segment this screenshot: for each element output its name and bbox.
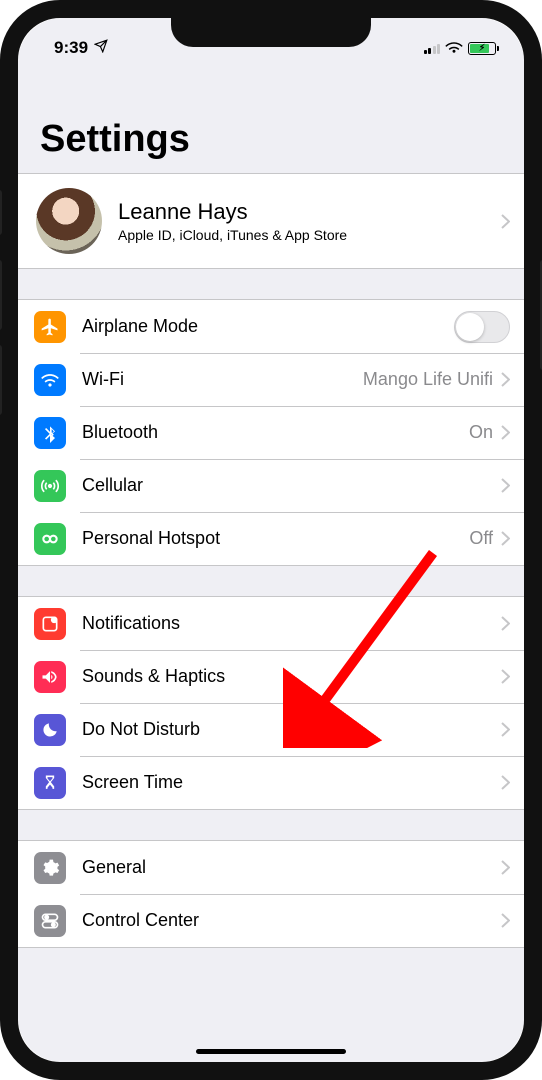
- general-label: General: [82, 857, 501, 878]
- chevron-right-icon: [501, 722, 510, 737]
- wifi-icon: [34, 364, 66, 396]
- profile-group: Leanne Hays Apple ID, iCloud, iTunes & A…: [18, 173, 524, 269]
- hotspot-icon: [34, 523, 66, 555]
- bluetooth-icon: [34, 417, 66, 449]
- chevron-right-icon: [501, 214, 510, 229]
- screen-time-row[interactable]: Screen Time: [18, 756, 524, 809]
- chevron-right-icon: [501, 478, 510, 493]
- cellular-label: Cellular: [82, 475, 501, 496]
- status-bar: 9:39 ⚡︎: [18, 18, 524, 64]
- airplane-toggle[interactable]: [454, 311, 510, 343]
- chevron-right-icon: [501, 425, 510, 440]
- chevron-right-icon: [501, 669, 510, 684]
- airplane-mode-row[interactable]: Airplane Mode: [18, 300, 524, 353]
- chevron-right-icon: [501, 372, 510, 387]
- battery-icon: ⚡︎: [468, 42, 496, 55]
- status-time: 9:39: [54, 38, 88, 58]
- sounds-icon: [34, 661, 66, 693]
- wifi-status-icon: [445, 38, 463, 58]
- control-center-icon: [34, 905, 66, 937]
- avatar: [36, 188, 102, 254]
- general-row[interactable]: General: [18, 841, 524, 894]
- profile-name: Leanne Hays: [118, 199, 501, 225]
- status-left: 9:39: [54, 38, 108, 58]
- location-icon: [94, 38, 108, 58]
- notifications-icon: [34, 608, 66, 640]
- bluetooth-row[interactable]: Bluetooth On: [18, 406, 524, 459]
- apple-id-row[interactable]: Leanne Hays Apple ID, iCloud, iTunes & A…: [18, 174, 524, 268]
- volume-down-button: [0, 345, 2, 415]
- notifications-group: Notifications Sounds & Haptics Do Not Di…: [18, 596, 524, 810]
- bluetooth-value: On: [469, 422, 493, 443]
- page-title: Settings: [18, 64, 524, 173]
- wifi-row[interactable]: Wi-Fi Mango Life Unifi: [18, 353, 524, 406]
- do-not-disturb-row[interactable]: Do Not Disturb: [18, 703, 524, 756]
- home-indicator[interactable]: [196, 1049, 346, 1054]
- volume-up-button: [0, 260, 2, 330]
- screen: 9:39 ⚡︎ Settings Leanne Hays Apple ID, i…: [18, 18, 524, 1062]
- chevron-right-icon: [501, 860, 510, 875]
- airplane-icon: [34, 311, 66, 343]
- cellular-icon: [34, 470, 66, 502]
- chevron-right-icon: [501, 616, 510, 631]
- screen-time-label: Screen Time: [82, 772, 501, 793]
- wifi-label: Wi-Fi: [82, 369, 363, 390]
- cell-signal-icon: [424, 42, 441, 54]
- dnd-icon: [34, 714, 66, 746]
- profile-text: Leanne Hays Apple ID, iCloud, iTunes & A…: [118, 199, 501, 243]
- bluetooth-label: Bluetooth: [82, 422, 469, 443]
- hotspot-label: Personal Hotspot: [82, 528, 469, 549]
- screen-time-icon: [34, 767, 66, 799]
- general-icon: [34, 852, 66, 884]
- notifications-row[interactable]: Notifications: [18, 597, 524, 650]
- chevron-right-icon: [501, 531, 510, 546]
- profile-subtitle: Apple ID, iCloud, iTunes & App Store: [118, 227, 501, 243]
- hotspot-value: Off: [469, 528, 493, 549]
- dnd-label: Do Not Disturb: [82, 719, 501, 740]
- cellular-row[interactable]: Cellular: [18, 459, 524, 512]
- sounds-label: Sounds & Haptics: [82, 666, 501, 687]
- control-center-label: Control Center: [82, 910, 501, 931]
- connectivity-group: Airplane Mode Wi-Fi Mango Life Unifi Blu…: [18, 299, 524, 566]
- status-right: ⚡︎: [424, 38, 497, 58]
- notifications-label: Notifications: [82, 613, 501, 634]
- airplane-label: Airplane Mode: [82, 316, 454, 337]
- wifi-value: Mango Life Unifi: [363, 369, 493, 390]
- sounds-haptics-row[interactable]: Sounds & Haptics: [18, 650, 524, 703]
- control-center-row[interactable]: Control Center: [18, 894, 524, 947]
- general-group: General Control Center: [18, 840, 524, 948]
- hotspot-row[interactable]: Personal Hotspot Off: [18, 512, 524, 565]
- mute-switch: [0, 190, 2, 235]
- chevron-right-icon: [501, 775, 510, 790]
- chevron-right-icon: [501, 913, 510, 928]
